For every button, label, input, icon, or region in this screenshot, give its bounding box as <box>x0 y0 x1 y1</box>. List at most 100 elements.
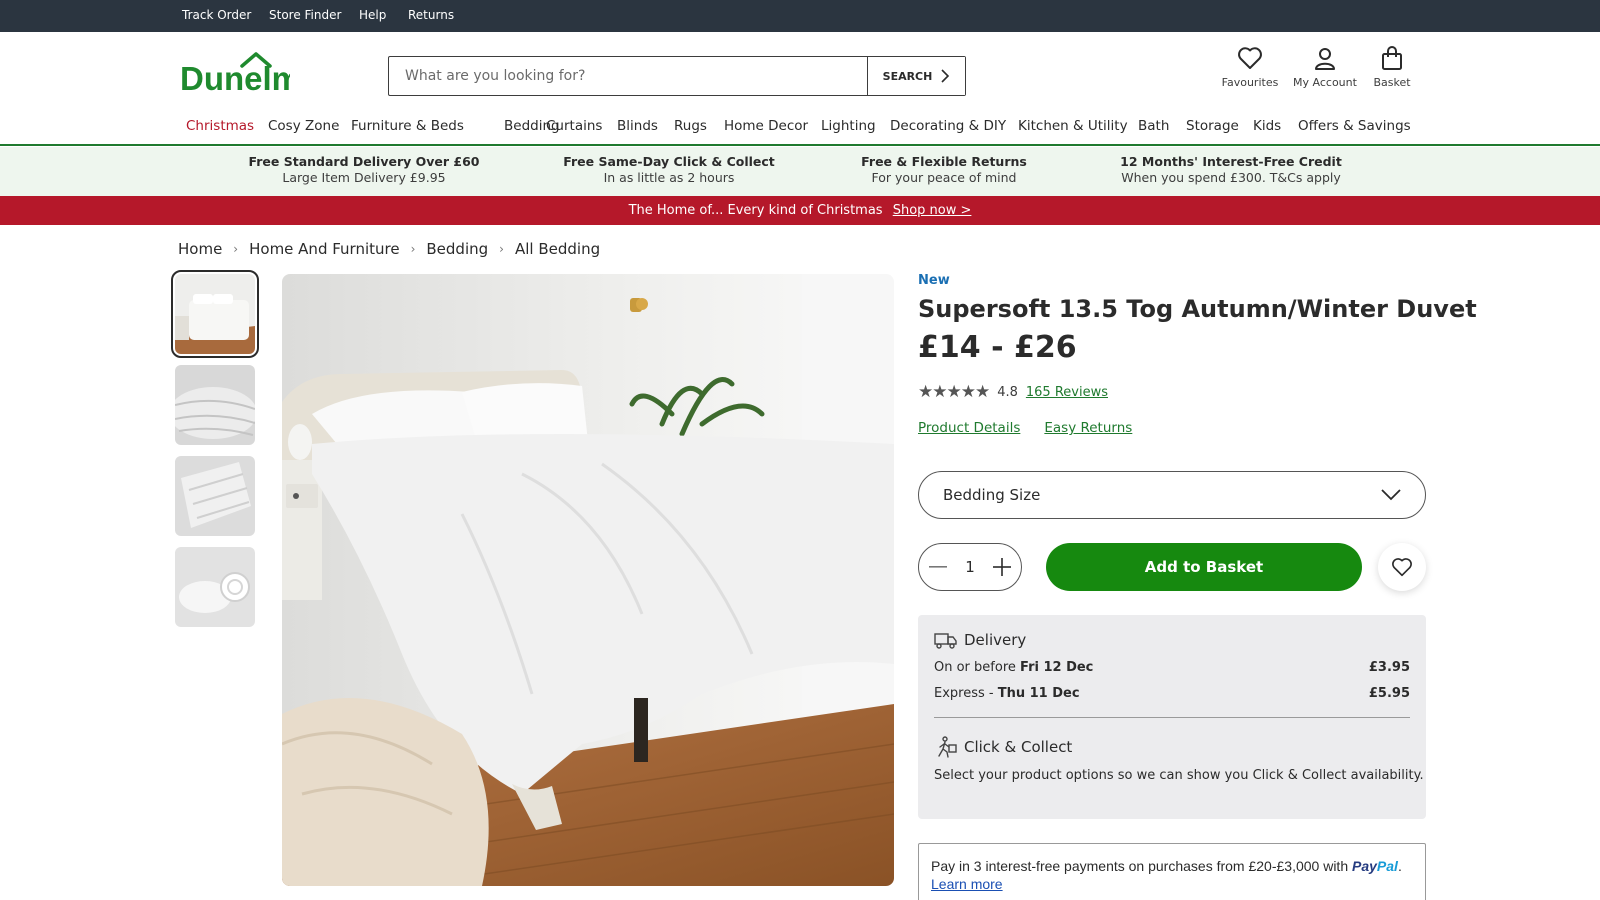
add-to-favourites-button[interactable] <box>1378 543 1426 591</box>
chevron-right-icon: › <box>499 242 504 256</box>
heart-icon <box>1238 47 1262 69</box>
delivery-title: Delivery <box>964 631 1027 649</box>
nav-blinds[interactable]: Blinds <box>617 118 658 134</box>
chevron-right-icon: › <box>410 242 416 256</box>
product-title: Supersoft 13.5 Tog Autumn/Winter Duvet <box>918 295 1477 323</box>
usp-delivery[interactable]: Free Standard Delivery Over £60 Large It… <box>249 154 480 186</box>
chevron-right-icon: › <box>233 242 239 256</box>
increase-quantity-button[interactable] <box>991 556 1013 578</box>
thumbnail-image <box>175 274 255 354</box>
reviews-link[interactable]: 165 Reviews <box>1026 385 1108 400</box>
thumbnail-4[interactable] <box>175 547 255 627</box>
usp-credit[interactable]: 12 Months' Interest-Free Credit When you… <box>1120 154 1342 186</box>
nav-cosy-zone[interactable]: Cosy Zone <box>268 118 339 134</box>
promo-text: The Home of... Every kind of Christmas <box>628 203 883 218</box>
usp-title: Free Same-Day Click & Collect <box>563 154 775 169</box>
thumbnail-3[interactable] <box>175 456 255 536</box>
nav-lighting[interactable]: Lighting <box>821 118 876 134</box>
nav-bath[interactable]: Bath <box>1138 118 1169 134</box>
nav-rugs[interactable]: Rugs <box>674 118 707 134</box>
bedding-size-select[interactable]: Bedding Size <box>918 471 1426 519</box>
nav-furniture-beds[interactable]: Furniture & Beds <box>351 118 464 134</box>
thumbnail-image <box>175 456 255 536</box>
paypal-logo: PayPal <box>1352 858 1398 874</box>
thumbnail-image <box>175 365 255 445</box>
nav-home-decor[interactable]: Home Decor <box>724 118 808 134</box>
usp-subtitle: Large Item Delivery £9.95 <box>282 170 446 185</box>
usp-subtitle: When you spend £300. T&Cs apply <box>1121 170 1341 185</box>
express-delivery-date: Thu 11 Dec <box>997 686 1080 701</box>
product-main-image[interactable] <box>282 274 894 886</box>
help-link[interactable]: Help <box>359 8 386 22</box>
favourites-button[interactable]: Favourites <box>1214 46 1286 89</box>
nav-offers-savings[interactable]: Offers & Savings <box>1298 118 1411 134</box>
delivery-truck-icon <box>934 633 957 649</box>
product-rating: ★★★★★ 4.8 165 Reviews <box>918 382 1108 402</box>
express-delivery-option: Express - Thu 11 Dec £5.95 <box>934 686 1410 701</box>
basket-button[interactable]: Basket <box>1356 46 1428 89</box>
click-collect-heading: Click & Collect <box>934 736 1410 758</box>
usp-click-collect[interactable]: Free Same-Day Click & Collect In as litt… <box>563 154 775 186</box>
favourites-label: Favourites <box>1221 76 1279 89</box>
add-to-basket-button[interactable]: Add to Basket <box>1046 543 1362 591</box>
breadcrumb-bedding[interactable]: Bedding <box>426 240 488 258</box>
my-account-button[interactable]: My Account <box>1289 46 1361 89</box>
nav-kids[interactable]: Kids <box>1253 118 1281 134</box>
utility-bar: Track Order Store Finder Help Returns <box>0 0 1600 32</box>
thumbnail-1[interactable] <box>171 270 259 358</box>
usp-returns[interactable]: Free & Flexible Returns For your peace o… <box>861 154 1027 186</box>
bedding-size-label: Bedding Size <box>943 486 1041 504</box>
search-button-label: SEARCH <box>882 69 933 83</box>
store-finder-link[interactable]: Store Finder <box>269 8 341 22</box>
search-button[interactable]: SEARCH <box>867 57 965 95</box>
paypal-learn-more-link[interactable]: Learn more <box>931 876 1003 892</box>
nav-storage[interactable]: Storage <box>1186 118 1239 134</box>
nav-curtains[interactable]: Curtains <box>546 118 602 134</box>
standard-delivery-price: £3.95 <box>1368 660 1410 675</box>
usp-subtitle: In as little as 2 hours <box>603 170 735 185</box>
my-account-label: My Account <box>1293 76 1357 89</box>
search-bar: SEARCH <box>388 56 966 96</box>
returns-link[interactable]: Returns <box>408 8 454 22</box>
nav-decorating-diy[interactable]: Decorating & DIY <box>890 118 1006 134</box>
paypal-suffix: . <box>1397 858 1402 874</box>
breadcrumb-home-and-furniture[interactable]: Home And Furniture <box>249 240 399 258</box>
track-order-link[interactable]: Track Order <box>182 8 251 22</box>
paypal-logo-pay: Pay <box>1352 858 1377 874</box>
usp-bar: Free Standard Delivery Over £60 Large It… <box>0 147 1600 196</box>
standard-delivery-option: On or before Fri 12 Dec £3.95 <box>934 660 1410 675</box>
svg-text:Dunelm: Dunelm <box>180 60 290 96</box>
usp-title: Free & Flexible Returns <box>861 154 1027 169</box>
usp-title: Free Standard Delivery Over £60 <box>248 154 480 169</box>
promo-shop-now-link[interactable]: Shop now > <box>893 203 972 218</box>
thumbnail-2[interactable] <box>175 365 255 445</box>
chevron-right-icon <box>941 69 950 83</box>
paypal-logo-pal: Pal <box>1376 858 1398 874</box>
breadcrumb-home[interactable]: Home <box>178 240 222 258</box>
standard-delivery-prefix: On or before <box>934 660 1021 675</box>
divider <box>934 717 1410 718</box>
product-price: £14 - £26 <box>918 330 1077 365</box>
paypal-message: Pay in 3 interest-free payments on purch… <box>918 843 1426 900</box>
chevron-down-icon <box>1381 489 1401 501</box>
quantity-stepper: 1 <box>918 543 1022 591</box>
decrease-quantity-button[interactable] <box>927 556 949 578</box>
search-input[interactable] <box>389 57 867 95</box>
easy-returns-link[interactable]: Easy Returns <box>1044 420 1132 436</box>
usp-title: 12 Months' Interest-Free Credit <box>1120 154 1342 169</box>
click-collect-title: Click & Collect <box>964 738 1073 756</box>
express-delivery-prefix: Express - <box>934 686 998 701</box>
user-icon <box>1315 48 1335 70</box>
quantity-value[interactable]: 1 <box>965 558 975 576</box>
delivery-heading: Delivery <box>934 631 1410 649</box>
breadcrumb: Home › Home And Furniture › Bedding › Al… <box>178 240 600 258</box>
main-nav: Christmas Cosy Zone Furniture & Beds Bed… <box>0 116 1600 146</box>
product-links: Product Details Easy Returns <box>918 420 1132 436</box>
basket-label: Basket <box>1373 76 1411 89</box>
nav-kitchen-utility[interactable]: Kitchen & Utility <box>1018 118 1128 134</box>
breadcrumb-all-bedding[interactable]: All Bedding <box>515 240 600 258</box>
product-details-link[interactable]: Product Details <box>918 420 1020 436</box>
dunelm-logo[interactable]: Dunelm <box>180 48 290 96</box>
nav-christmas[interactable]: Christmas <box>186 118 254 134</box>
click-collect-icon <box>938 736 957 758</box>
